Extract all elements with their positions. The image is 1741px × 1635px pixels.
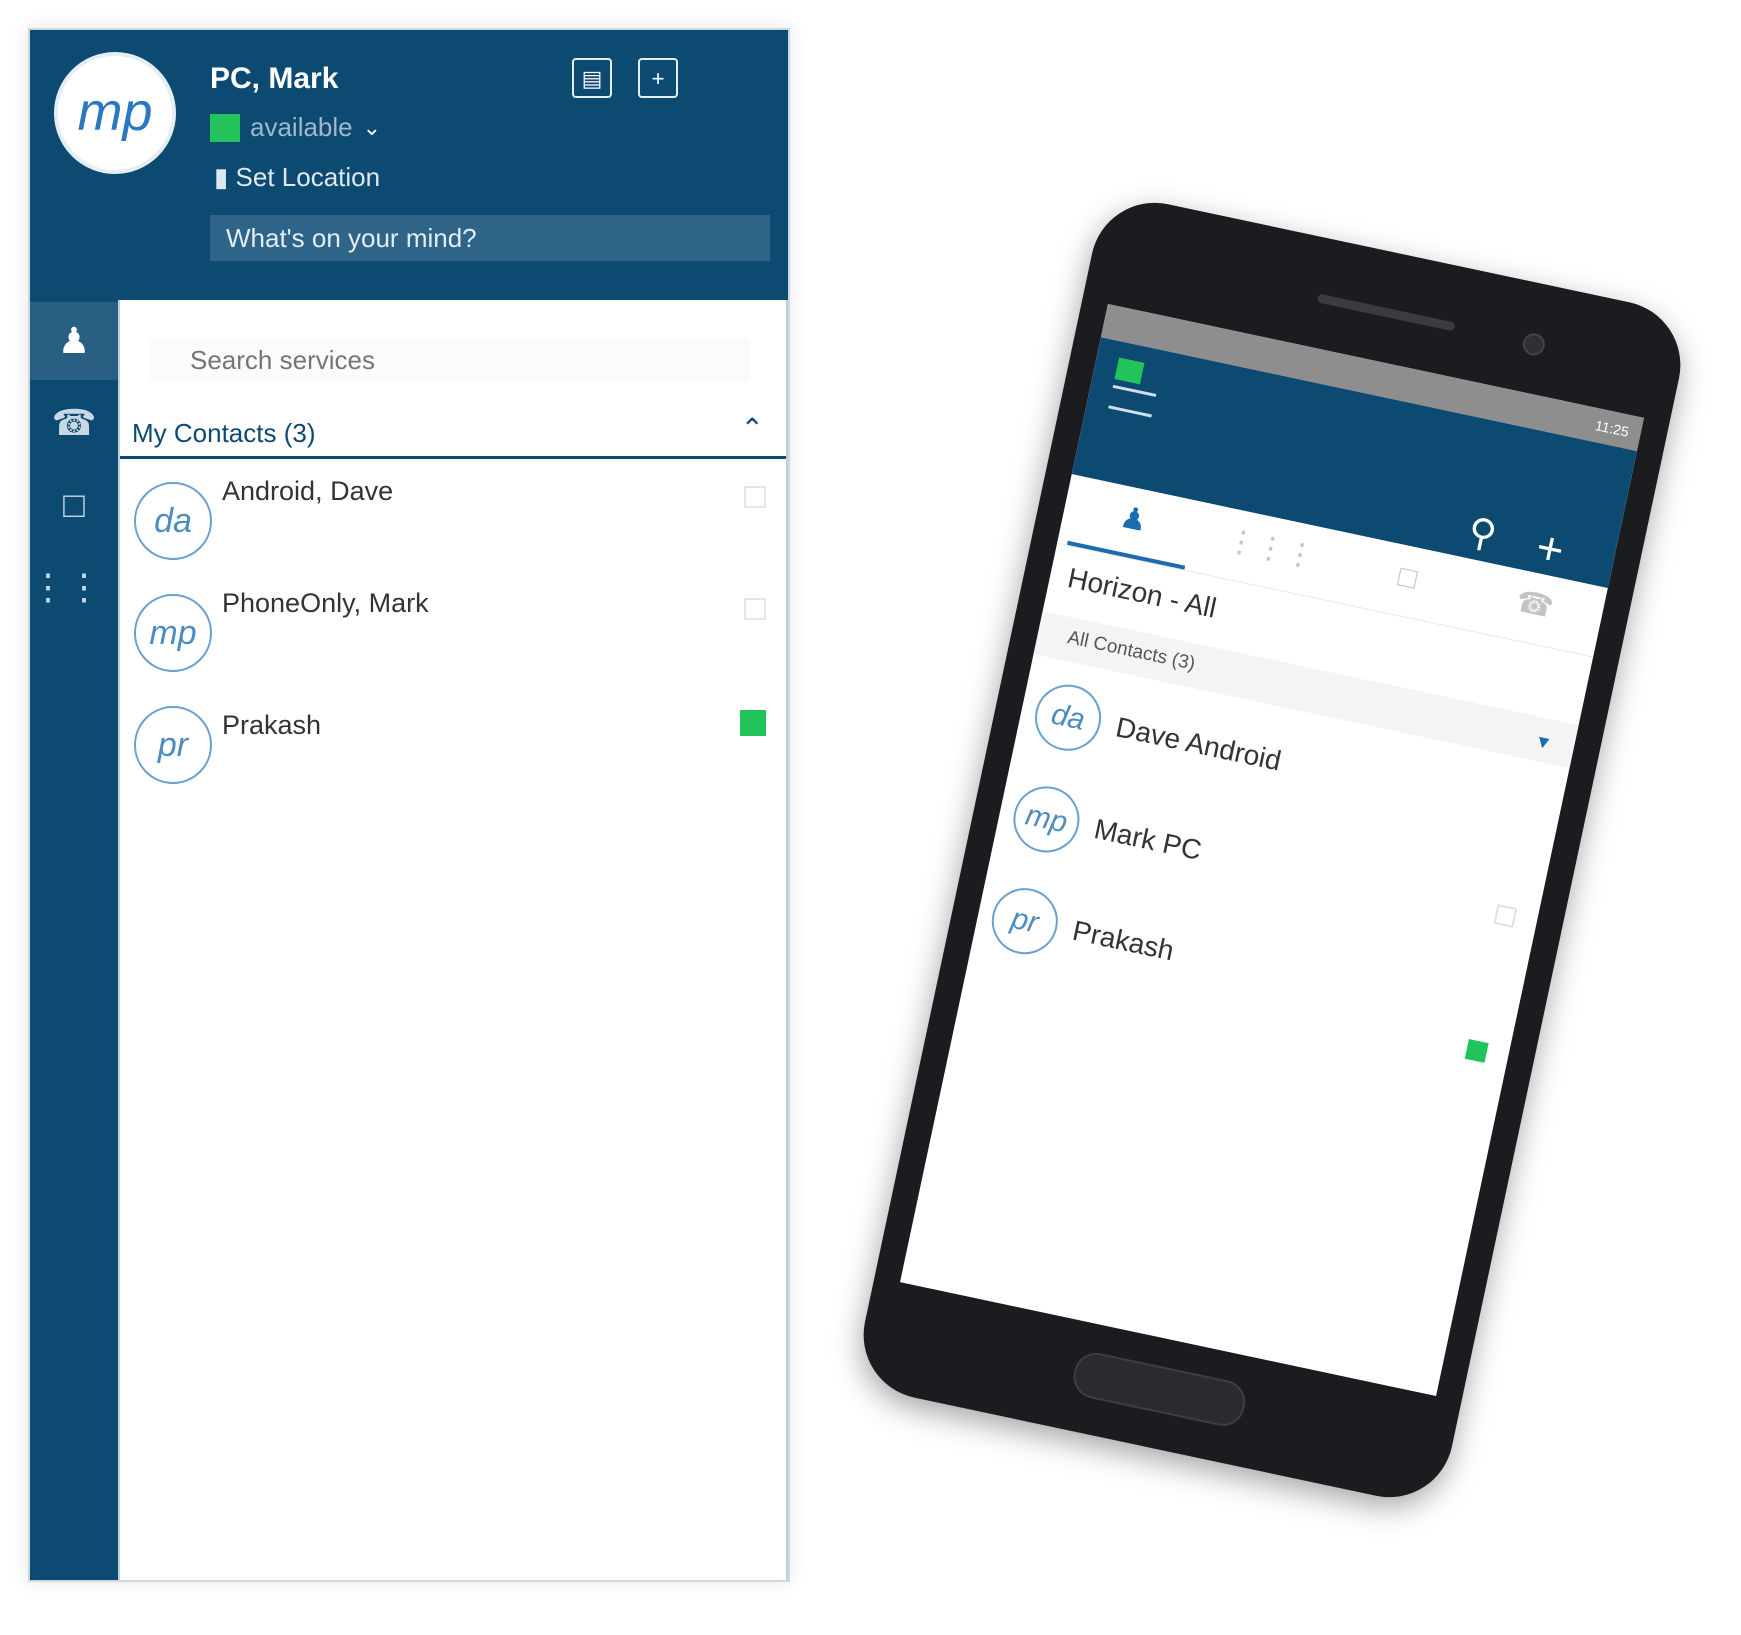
add-contact-button[interactable]: +: [638, 58, 678, 98]
chat-icon: □: [63, 484, 85, 525]
presence-indicator: [1464, 1039, 1489, 1063]
nav-call-history[interactable]: ☎: [30, 384, 118, 462]
desktop-client-window: mp PC, Mark available ⌄ ▮ Set Location ▤…: [28, 28, 790, 1582]
presence-indicator: [744, 598, 766, 620]
dialpad-icon: ⋮⋮⋮: [1223, 523, 1319, 575]
phone-screen: 11:25 ⚲ + ♟ ⋮⋮⋮ □ ☎ Horizon - All All Co…: [900, 303, 1644, 1397]
list-item[interactable]: mp PhoneOnly, Mark: [120, 584, 786, 694]
plus-icon: +: [651, 66, 665, 91]
group-label: My Contacts (3): [132, 418, 316, 448]
set-location-link[interactable]: ▮ Set Location: [214, 162, 380, 193]
list-item[interactable]: da Android, Dave: [120, 472, 786, 582]
contacts-icon: ♟: [57, 320, 91, 361]
contact-name: Android, Dave: [222, 476, 394, 506]
contact-avatar: pr: [134, 706, 212, 784]
call-history-icon: ☎: [1513, 584, 1557, 625]
contacts-icon: ♟: [1117, 500, 1151, 539]
nav-rail: ♟ ☎ □ ⋮⋮⋮ ⚙: [30, 300, 138, 1580]
location-pin-icon: ▮: [214, 162, 229, 192]
contact-card-button[interactable]: ▤: [572, 58, 612, 98]
mood-message-input[interactable]: [210, 215, 770, 261]
set-location-label: Set Location: [235, 162, 381, 192]
call-history-icon: ☎: [51, 402, 97, 443]
nav-dialpad[interactable]: ⋮⋮⋮: [30, 548, 138, 626]
nav-chat[interactable]: □: [30, 466, 118, 544]
chevron-down-icon: ⌄: [362, 114, 382, 140]
group-label: All Contacts (3): [1065, 627, 1197, 675]
contact-avatar: da: [1028, 678, 1108, 757]
contacts-group-header[interactable]: My Contacts (3) ⌃: [120, 410, 786, 459]
search-input[interactable]: [150, 338, 750, 382]
search-icon[interactable]: ⚲: [1464, 508, 1501, 558]
user-name: PC, Mark: [210, 62, 339, 95]
contact-name: Prakash: [222, 710, 322, 740]
chevron-down-icon[interactable]: ▼: [1532, 730, 1555, 754]
presence-indicator[interactable]: [1114, 357, 1145, 385]
presence-indicator: [210, 113, 240, 142]
contact-name: Dave Android: [1113, 711, 1284, 777]
presence-indicator: [1493, 904, 1518, 928]
presence-indicator: [744, 486, 766, 508]
contact-avatar: da: [134, 482, 212, 560]
profile-header: mp PC, Mark available ⌄ ▮ Set Location ▤…: [30, 30, 788, 300]
nav-contacts[interactable]: ♟: [30, 302, 118, 380]
contact-name: Prakash: [1069, 914, 1177, 967]
contact-avatar: mp: [134, 594, 212, 672]
presence-indicator: [740, 710, 766, 736]
avatar[interactable]: mp: [54, 52, 176, 174]
presence-label: available: [250, 112, 353, 142]
menu-icon[interactable]: [1108, 384, 1157, 418]
contact-name: PhoneOnly, Mark: [222, 588, 429, 618]
mobile-phone: 11:25 ⚲ + ♟ ⋮⋮⋮ □ ☎ Horizon - All All Co…: [851, 190, 1693, 1510]
list-item[interactable]: pr Prakash: [120, 696, 786, 806]
contacts-panel: ○ My Contacts (3) ⌃ da Android, Dave mp …: [118, 300, 788, 1580]
chat-icon: □: [1395, 559, 1420, 596]
add-icon[interactable]: +: [1531, 519, 1569, 577]
contact-name: Mark PC: [1091, 812, 1205, 866]
contact-card-icon: ▤: [581, 66, 603, 91]
chevron-up-icon[interactable]: ⌃: [741, 412, 764, 445]
presence-dropdown[interactable]: available ⌄: [210, 112, 381, 143]
contact-avatar: pr: [985, 882, 1064, 961]
contact-avatar: mp: [1007, 780, 1086, 859]
